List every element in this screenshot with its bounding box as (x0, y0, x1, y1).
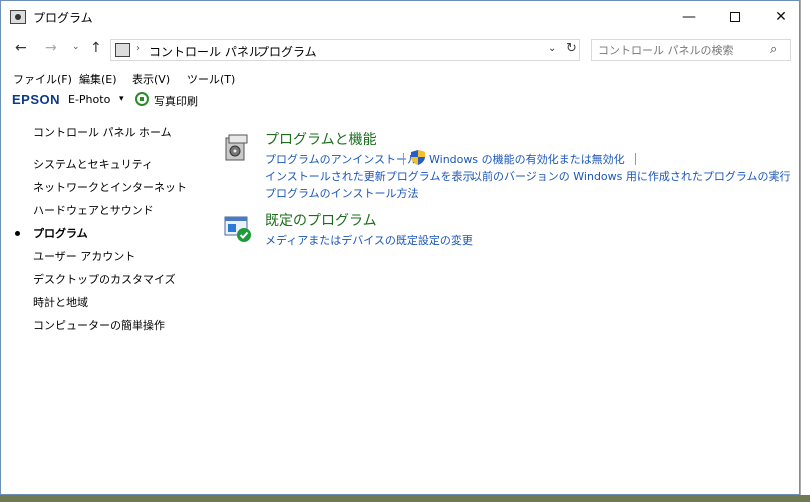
search-input[interactable] (598, 42, 763, 58)
menu-bar: ファイル(F) 編集(E) 表示(V) ツール(T) (1, 68, 799, 88)
default-programs-icon[interactable] (223, 214, 253, 244)
sidebar-item-user-accounts[interactable]: ユーザー アカウント (33, 248, 135, 264)
link-divider (635, 153, 636, 165)
sidebar-item-control-panel-home[interactable]: コントロール パネル ホーム (33, 124, 172, 140)
control-panel-window: プログラム — ✕ ← → ⌄ ↑ › コントロール パネル › プログラム ⌄… (0, 0, 800, 495)
breadcrumb-separator-icon[interactable]: › (136, 43, 140, 54)
sidebar-item-clock-region[interactable]: 時計と地域 (33, 294, 88, 310)
epson-toolbar: EPSON E-Photo ▾ 写真印刷 (1, 90, 799, 110)
search-icon[interactable]: ⌕ (770, 42, 777, 57)
programs-features-icon[interactable] (223, 132, 253, 162)
control-panel-icon (115, 43, 130, 57)
up-button[interactable]: ↑ (90, 40, 102, 56)
menu-view[interactable]: 表示(V) (132, 71, 170, 87)
menu-file[interactable]: ファイル(F) (13, 71, 72, 87)
link-how-to-install[interactable]: プログラムのインストール方法 (265, 185, 418, 201)
address-bar[interactable]: › コントロール パネル › プログラム ⌄ ↻ (110, 39, 580, 61)
menu-tools[interactable]: ツール(T) (187, 71, 235, 87)
maximize-button[interactable] (712, 1, 758, 33)
link-media-device-defaults[interactable]: メディアまたはデバイスの既定設定の変更 (265, 232, 473, 248)
link-windows-features[interactable]: Windows の機能の有効化または無効化 (429, 151, 625, 167)
link-program-compatibility[interactable]: 以前のバージョンの Windows 用に作成されたプログラムの実行 (471, 168, 791, 184)
recent-locations-button[interactable]: ⌄ (72, 42, 80, 52)
sidebar-item-desktop-customization[interactable]: デスクトップのカスタマイズ (33, 271, 176, 287)
epson-logo: EPSON (12, 92, 61, 107)
link-installed-updates[interactable]: インストールされた更新プログラムを表示 (265, 168, 473, 184)
uac-shield-icon (411, 150, 425, 165)
forward-button[interactable]: → (45, 40, 57, 56)
photo-print-button[interactable]: 写真印刷 (154, 93, 198, 109)
link-divider (457, 170, 458, 182)
sidebar-item-ease-of-access[interactable]: コンピューターの簡単操作 (33, 317, 165, 333)
ephoto-button[interactable]: E-Photo (68, 93, 110, 106)
maximize-icon (730, 12, 740, 22)
address-dropdown-icon[interactable]: ⌄ (548, 43, 556, 54)
ephoto-dropdown-icon[interactable]: ▾ (119, 94, 124, 104)
desktop-background-bottom (0, 495, 810, 502)
sidebar-item-hardware-sound[interactable]: ハードウェアとサウンド (33, 202, 154, 218)
section-title-programs-features[interactable]: プログラムと機能 (265, 129, 377, 149)
control-panel-icon (10, 10, 26, 24)
breadcrumb-separator-icon[interactable]: › (244, 43, 248, 54)
sidebar-item-network-internet[interactable]: ネットワークとインターネット (33, 179, 187, 195)
minimize-button[interactable]: — (666, 1, 712, 33)
breadcrumb-programs[interactable]: プログラム (257, 43, 317, 60)
desktop-background (800, 0, 810, 502)
sidebar-item-system-security[interactable]: システムとセキュリティ (33, 156, 153, 172)
menu-edit[interactable]: 編集(E) (79, 71, 117, 87)
link-divider (775, 170, 776, 182)
title-bar[interactable]: プログラム — ✕ (1, 1, 799, 33)
section-title-default-programs[interactable]: 既定のプログラム (265, 210, 377, 230)
window-title: プログラム (33, 11, 93, 25)
link-uninstall-program[interactable]: プログラムのアンインストール (265, 151, 418, 167)
current-page-bullet-icon (15, 231, 20, 236)
back-button[interactable]: ← (15, 40, 27, 56)
link-divider (403, 153, 404, 165)
navigation-bar: ← → ⌄ ↑ › コントロール パネル › プログラム ⌄ ↻ ⌕ (1, 37, 799, 63)
close-button[interactable]: ✕ (758, 1, 804, 33)
photo-print-icon[interactable] (135, 92, 149, 106)
search-box[interactable]: ⌕ (591, 39, 791, 61)
refresh-icon[interactable]: ↻ (566, 41, 577, 56)
sidebar-item-programs[interactable]: プログラム (33, 225, 88, 241)
